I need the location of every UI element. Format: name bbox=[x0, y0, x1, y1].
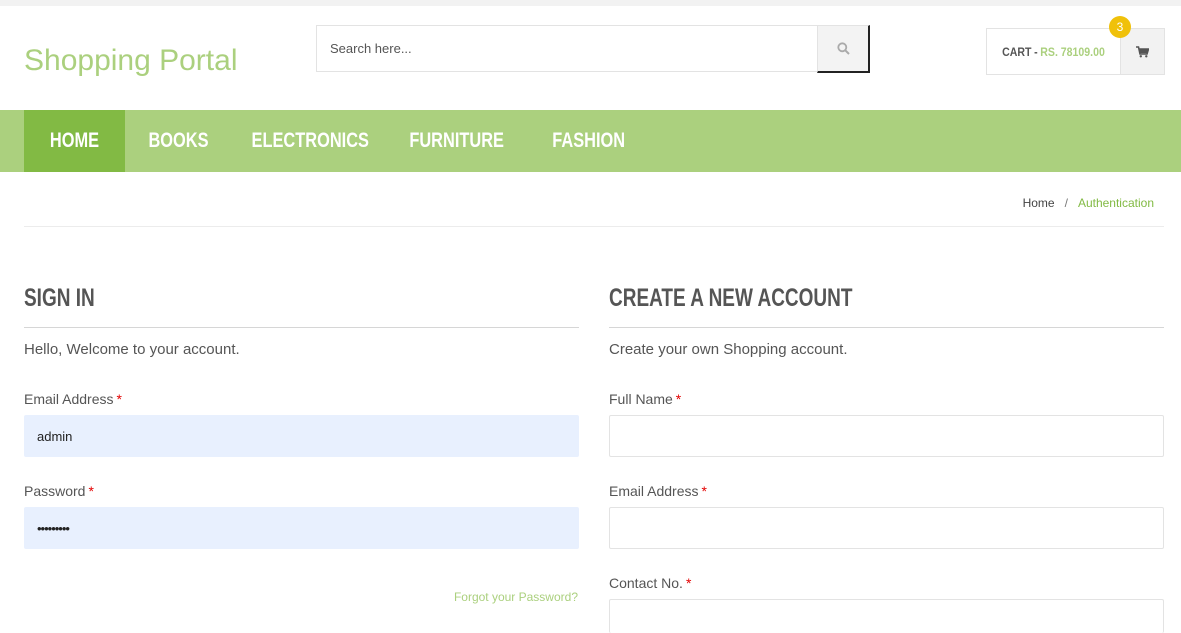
breadcrumb-separator: / bbox=[1064, 196, 1068, 210]
divider bbox=[24, 226, 1164, 227]
nav-item-fashion[interactable]: FASHION bbox=[527, 110, 651, 172]
cart-text: CART - RS. 78109.00 bbox=[995, 29, 1112, 74]
required-mark: * bbox=[116, 391, 122, 407]
register-fullname-input[interactable] bbox=[609, 415, 1164, 457]
register-fullname-label: Full Name * bbox=[609, 391, 681, 407]
label-text: Contact No. bbox=[609, 575, 683, 591]
required-mark: * bbox=[675, 391, 682, 407]
nav-item-label: BOOKS bbox=[148, 129, 210, 152]
breadcrumb-home[interactable]: Home bbox=[1023, 196, 1055, 210]
signin-title-rule bbox=[24, 327, 579, 328]
nav-item-home[interactable]: HOME bbox=[24, 110, 125, 172]
register-email-label: Email Address * bbox=[609, 483, 707, 499]
shopping-cart-icon bbox=[1136, 45, 1149, 57]
nav-item-books[interactable]: BOOKS bbox=[125, 110, 233, 172]
nav-list: HOME BOOKS ELECTRONICS FURNITURE FASHION bbox=[24, 110, 651, 172]
search-button[interactable] bbox=[817, 25, 870, 73]
search-input[interactable] bbox=[316, 25, 818, 72]
main-nav: HOME BOOKS ELECTRONICS FURNITURE FASHION bbox=[0, 110, 1181, 172]
label-text: Email Address bbox=[24, 391, 114, 407]
label-text: Email Address bbox=[609, 483, 699, 499]
register-intro: Create your own Shopping account. bbox=[609, 341, 848, 358]
register-title-rule bbox=[609, 327, 1164, 328]
nav-item-label: FASHION bbox=[552, 129, 626, 152]
cart-count-badge: 3 bbox=[1109, 16, 1131, 38]
nav-item-label: FURNITURE bbox=[409, 129, 505, 152]
search-icon bbox=[836, 42, 850, 55]
signin-intro: Hello, Welcome to your account. bbox=[24, 341, 240, 358]
breadcrumb-current: Authentication bbox=[1077, 196, 1154, 210]
nav-item-label: HOME bbox=[49, 129, 100, 152]
signin-password-input[interactable] bbox=[24, 507, 579, 549]
forgot-password-link[interactable]: Forgot your Password? bbox=[454, 590, 578, 604]
cart-separator: - bbox=[1034, 44, 1038, 59]
required-mark: * bbox=[685, 575, 692, 591]
register-title: CREATE A NEW ACCOUNT bbox=[609, 284, 853, 312]
signin-email-label: Email Address * bbox=[24, 391, 122, 407]
search-bar bbox=[316, 25, 870, 73]
nav-item-furniture[interactable]: FURNITURE bbox=[387, 110, 527, 172]
required-mark: * bbox=[88, 483, 94, 499]
cart-label: CART bbox=[1002, 44, 1032, 59]
register-contact-label: Contact No. * bbox=[609, 575, 691, 591]
required-mark: * bbox=[701, 483, 707, 499]
label-text: Full Name bbox=[609, 391, 673, 407]
label-text: Password bbox=[24, 483, 86, 499]
nav-item-electronics[interactable]: ELECTRONICS bbox=[233, 110, 387, 172]
register-email-input[interactable] bbox=[609, 507, 1164, 549]
cart-summary[interactable]: CART - RS. 78109.00 3 bbox=[986, 16, 1165, 75]
breadcrumb: Home / Authentication bbox=[1023, 196, 1154, 210]
top-strip bbox=[0, 0, 1181, 6]
signin-title: SIGN IN bbox=[24, 284, 95, 312]
cart-total: RS. 78109.00 bbox=[1040, 44, 1105, 59]
register-contact-input[interactable] bbox=[609, 599, 1164, 633]
signin-password-label: Password * bbox=[24, 483, 94, 499]
signin-email-input[interactable] bbox=[24, 415, 579, 457]
nav-item-label: ELECTRONICS bbox=[251, 129, 369, 152]
site-logo[interactable]: Shopping Portal bbox=[24, 44, 238, 78]
